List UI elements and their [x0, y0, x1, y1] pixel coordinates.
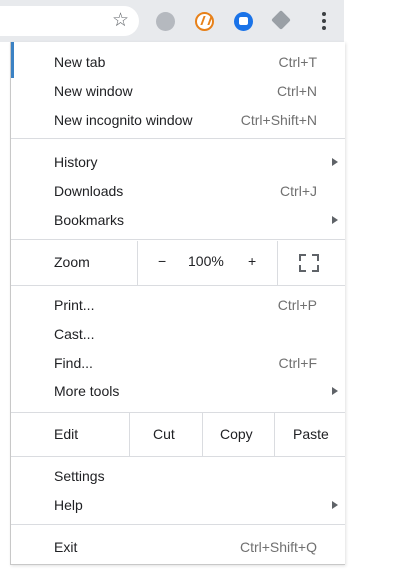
menu-item-new-incognito-window[interactable]: New incognito window Ctrl+Shift+N	[11, 106, 345, 134]
divider	[137, 241, 138, 285]
submenu-arrow-icon	[332, 501, 338, 509]
zoom-label: Zoom	[54, 254, 90, 270]
menu-item-label: Settings	[54, 468, 105, 484]
menu-item-label: Help	[54, 497, 83, 513]
menu-item-print[interactable]: Print... Ctrl+P	[11, 291, 345, 319]
menu-item-label: Downloads	[54, 183, 124, 199]
menu-item-new-tab[interactable]: New tab Ctrl+T	[11, 48, 345, 76]
menu-item-label: New window	[54, 83, 133, 99]
divider	[11, 239, 345, 240]
star-outline-icon[interactable]: ☆	[112, 11, 129, 31]
divider	[274, 412, 275, 456]
orange-extension-icon[interactable]	[195, 12, 214, 31]
menu-item-shortcut: Ctrl+F	[278, 355, 318, 371]
divider	[202, 412, 203, 456]
menu-item-shortcut: Ctrl+Shift+Q	[239, 539, 317, 555]
browser-toolbar: ☆	[0, 0, 344, 42]
menu-item-label: New tab	[54, 54, 106, 70]
menu-item-label: Bookmarks	[54, 212, 125, 228]
divider	[277, 241, 278, 285]
menu-item-label: Print...	[54, 297, 95, 313]
menu-item-find[interactable]: Find... Ctrl+F	[11, 349, 345, 377]
divider	[129, 412, 130, 456]
menu-item-label: Cast...	[54, 326, 95, 342]
address-bar[interactable]: ☆	[0, 6, 139, 36]
paste-button[interactable]: Paste	[293, 426, 329, 442]
menu-item-help[interactable]: Help	[11, 491, 345, 519]
menu-item-bookmarks[interactable]: Bookmarks	[11, 206, 345, 234]
menu-item-exit[interactable]: Exit Ctrl+Shift+Q	[11, 533, 345, 561]
cut-button[interactable]: Cut	[153, 426, 175, 442]
zoom-row: Zoom − 100% +	[11, 241, 345, 285]
menu-item-shortcut: Ctrl+N	[276, 83, 317, 99]
menu-item-label: New incognito window	[54, 112, 193, 128]
zoom-in-button[interactable]: +	[248, 253, 256, 269]
menu-item-label: Find...	[54, 355, 93, 371]
menu-item-downloads[interactable]: Downloads Ctrl+J	[11, 177, 345, 205]
divider	[11, 524, 345, 525]
blue-chat-extension-icon[interactable]	[234, 12, 253, 31]
divider	[11, 285, 345, 286]
menu-item-shortcut: Ctrl+J	[280, 183, 317, 199]
edit-label: Edit	[54, 426, 79, 442]
menu-item-label: Exit	[54, 539, 78, 555]
menu-item-shortcut: Ctrl+Shift+N	[240, 112, 317, 128]
gray-circle-extension-icon[interactable]	[156, 12, 175, 31]
menu-item-settings[interactable]: Settings	[11, 462, 345, 490]
divider	[11, 138, 345, 139]
zoom-level: 100%	[188, 253, 224, 269]
edit-row: Edit Cut Copy Paste	[11, 412, 345, 456]
menu-item-history[interactable]: History	[11, 148, 345, 176]
menu-item-shortcut: Ctrl+P	[277, 297, 317, 313]
menu-item-more-tools[interactable]: More tools	[11, 377, 345, 405]
submenu-arrow-icon	[332, 158, 338, 166]
menu-item-label: More tools	[54, 383, 120, 399]
submenu-arrow-icon	[332, 387, 338, 395]
fullscreen-icon[interactable]	[299, 254, 319, 272]
menu-item-shortcut: Ctrl+T	[278, 54, 318, 70]
menu-item-label: History	[54, 154, 98, 170]
zoom-out-button[interactable]: −	[158, 253, 166, 269]
gray-gem-extension-icon[interactable]	[271, 10, 291, 30]
menu-item-new-window[interactable]: New window Ctrl+N	[11, 77, 345, 105]
divider	[11, 456, 345, 457]
three-dot-menu-icon[interactable]	[314, 10, 334, 32]
copy-button[interactable]: Copy	[220, 426, 253, 442]
chrome-main-menu: New tab Ctrl+T New window Ctrl+N New inc…	[10, 42, 345, 565]
submenu-arrow-icon	[332, 216, 338, 224]
menu-item-cast[interactable]: Cast...	[11, 320, 345, 348]
